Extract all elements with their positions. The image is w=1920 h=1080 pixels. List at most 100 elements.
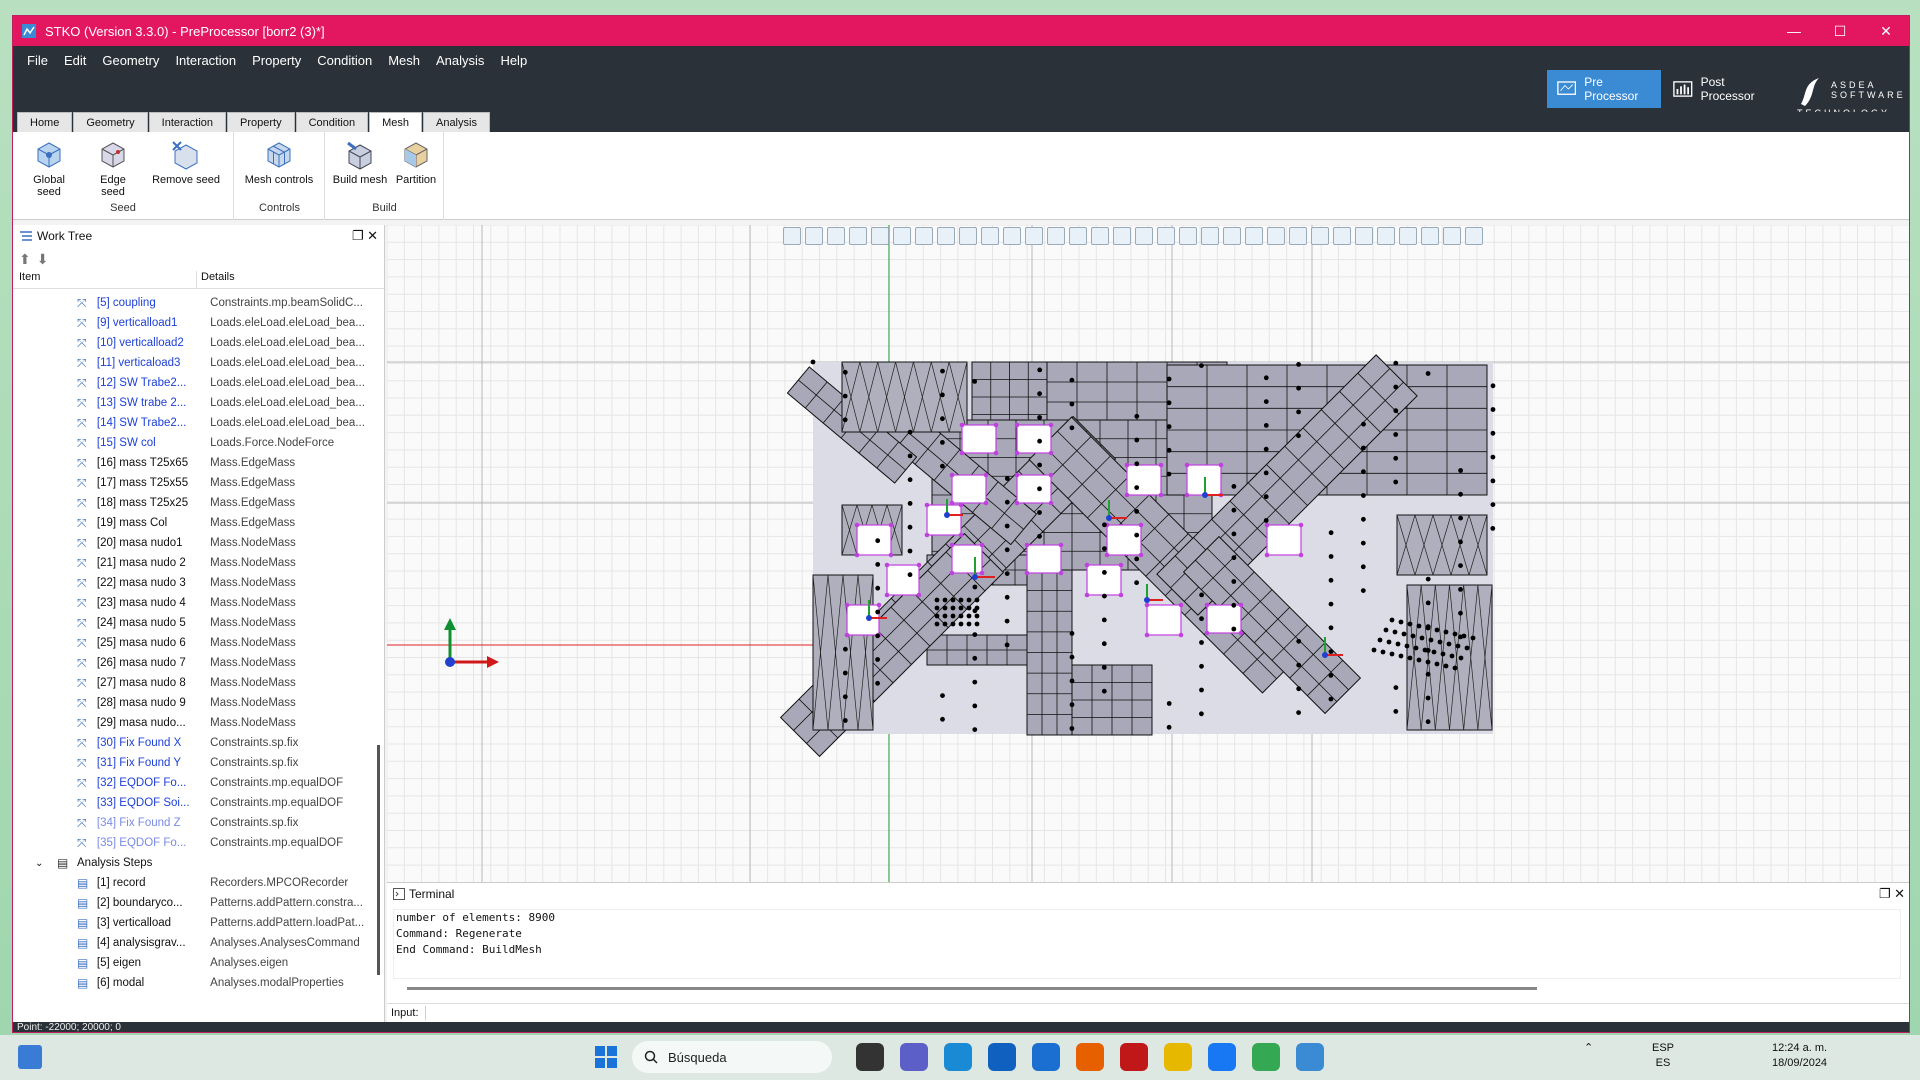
menu-edit[interactable]: Edit — [56, 53, 94, 68]
search-box[interactable]: Búsqueda — [632, 1041, 832, 1073]
edge-seed-button[interactable]: Edge seed — [87, 140, 139, 198]
file-explorer-icon-1[interactable] — [856, 1043, 884, 1071]
teams-icon[interactable] — [900, 1043, 928, 1071]
view-tool-button[interactable] — [1047, 227, 1065, 245]
tab-geometry[interactable]: Geometry — [73, 112, 148, 132]
view-tool-button[interactable] — [783, 227, 801, 245]
global-seed-button[interactable]: Global seed — [21, 140, 77, 198]
tab-home[interactable]: Home — [17, 112, 73, 132]
stko-taskbar-icon[interactable] — [1296, 1043, 1324, 1071]
view-tool-button[interactable] — [1421, 227, 1439, 245]
tree-row[interactable]: ▤ [5] eigen Analyses.eigen — [13, 953, 369, 973]
language-indicator[interactable]: ESP ES — [1652, 1041, 1674, 1071]
tree-row[interactable]: ⤧ [18] mass T25x25 Mass.EdgeMass — [13, 493, 369, 513]
tree-row[interactable]: ⤧ [22] masa nudo 3 Mass.NodeMass — [13, 573, 369, 593]
tree-row[interactable]: ⤧ [5] coupling Constraints.mp.beamSolidC..… — [13, 293, 369, 313]
tree-row[interactable]: ▤ [6] modal Analyses.modalProperties — [13, 973, 369, 993]
tree-row[interactable]: ▤ [2] boundaryco... Patterns.addPattern.co… — [13, 893, 369, 913]
tree-row[interactable]: ⤧ [28] masa nudo 9 Mass.NodeMass — [13, 693, 369, 713]
tree-row[interactable]: ⤧ [30] Fix Found X Constraints.sp.fix — [13, 733, 369, 753]
tree-row[interactable]: ⤧ [14] SW Trabe2... Loads.eleLoad.eleLoad_… — [13, 413, 369, 433]
tab-analysis[interactable]: Analysis — [422, 112, 490, 132]
tree-row[interactable]: ⤧ [24] masa nudo 5 Mass.NodeMass — [13, 613, 369, 633]
terminal-close-icon[interactable]: ❐ ✕ — [1879, 886, 1905, 902]
view-tool-button[interactable] — [1289, 227, 1307, 245]
view-tool-button[interactable] — [1311, 227, 1329, 245]
view-tool-button[interactable] — [1113, 227, 1131, 245]
view-tool-button[interactable] — [871, 227, 889, 245]
tree-row[interactable]: ⤧ [26] masa nudo 7 Mass.NodeMass — [13, 653, 369, 673]
view-tool-button[interactable] — [1069, 227, 1087, 245]
tree-row[interactable]: ⤧ [21] masa nudo 2 Mass.NodeMass — [13, 553, 369, 573]
close-icon[interactable]: ✕ — [1863, 16, 1909, 46]
tree-row[interactable]: ⤧ [17] mass T25x55 Mass.EdgeMass — [13, 473, 369, 493]
view-tool-button[interactable] — [1245, 227, 1263, 245]
tree-row[interactable]: ⤧ [10] verticalload2 Loads.eleLoad.eleLoad… — [13, 333, 369, 353]
menu-interaction[interactable]: Interaction — [167, 53, 244, 68]
tray-chevron-icon[interactable]: ⌃ — [1584, 1041, 1593, 1054]
tree-row[interactable]: ⤧ [34] Fix Found Z Constraints.sp.fix — [13, 813, 369, 833]
chrome-icon[interactable] — [1252, 1043, 1280, 1071]
view-tool-button[interactable] — [1267, 227, 1285, 245]
view-tool-button[interactable] — [1377, 227, 1395, 245]
post-processor-button[interactable]: Post Processor — [1663, 70, 1783, 108]
widgets-icon[interactable] — [18, 1045, 42, 1069]
view-tool-button[interactable] — [1025, 227, 1043, 245]
tree-group-analysis-steps[interactable]: ⌄ ▤ Analysis Steps — [13, 853, 369, 873]
view-tool-button[interactable] — [849, 227, 867, 245]
tree-row[interactable]: ⤧ [32] EQDOF Fo... Constraints.mp.equalDOF — [13, 773, 369, 793]
tree-row[interactable]: ⤧ [12] SW Trabe2... Loads.eleLoad.eleLoad_… — [13, 373, 369, 393]
facebook-icon[interactable] — [1208, 1043, 1236, 1071]
tree-row[interactable]: ⤧ [25] masa nudo 6 Mass.NodeMass — [13, 633, 369, 653]
remove-seed-button[interactable]: Remove seed — [151, 140, 221, 186]
menu-help[interactable]: Help — [492, 53, 535, 68]
view-tool-button[interactable] — [1443, 227, 1461, 245]
move-down-icon[interactable]: ⬇ — [37, 251, 49, 268]
store-icon[interactable] — [988, 1043, 1016, 1071]
view-tool-button[interactable] — [981, 227, 999, 245]
menu-analysis[interactable]: Analysis — [428, 53, 492, 68]
view-tool-button[interactable] — [827, 227, 845, 245]
minimize-icon[interactable]: — — [1771, 16, 1817, 46]
view-tool-button[interactable] — [959, 227, 977, 245]
view-tool-button[interactable] — [1333, 227, 1351, 245]
tab-condition[interactable]: Condition — [295, 112, 369, 132]
work-tree-scrollbar[interactable] — [377, 745, 380, 975]
tree-row[interactable]: ⤧ [29] masa nudo... Mass.NodeMass — [13, 713, 369, 733]
tab-mesh[interactable]: Mesh — [369, 112, 422, 132]
view-tool-button[interactable] — [1091, 227, 1109, 245]
view-tool-button[interactable] — [893, 227, 911, 245]
tree-row[interactable]: ⤧ [33] EQDOF Soi... Constraints.mp.equalDO… — [13, 793, 369, 813]
col-details[interactable]: Details — [197, 271, 235, 288]
tree-row[interactable]: ⤧ [16] mass T25x65 Mass.EdgeMass — [13, 453, 369, 473]
tree-row[interactable]: ⤧ [27] masa nudo 8 Mass.NodeMass — [13, 673, 369, 693]
maximize-icon[interactable]: ☐ — [1817, 16, 1863, 46]
tree-row[interactable]: ⤧ [19] mass Col Mass.EdgeMass — [13, 513, 369, 533]
view-tool-button[interactable] — [937, 227, 955, 245]
undock-icon[interactable]: ❐ ✕ — [352, 228, 378, 244]
clock[interactable]: 12:24 a. m. 18/09/2024 — [1772, 1041, 1827, 1071]
tree-row[interactable]: ▤ [4] analysisgrav... Analyses.AnalysesCom… — [13, 933, 369, 953]
terminal-input[interactable] — [424, 1005, 1909, 1020]
tree-row[interactable]: ⤧ [31] Fix Found Y Constraints.sp.fix — [13, 753, 369, 773]
tree-row[interactable]: ⤧ [13] SW trabe 2... Loads.eleLoad.eleLoad… — [13, 393, 369, 413]
col-item[interactable]: Item — [13, 271, 197, 288]
tree-row[interactable]: ▤ [1] record Recorders.MPCORecorder — [13, 873, 369, 893]
view-tool-button[interactable] — [1201, 227, 1219, 245]
terminal-hscrollbar[interactable] — [407, 987, 1537, 990]
view-tool-button[interactable] — [1003, 227, 1021, 245]
menu-geometry[interactable]: Geometry — [94, 53, 167, 68]
model-viewport[interactable] — [387, 225, 1909, 882]
tree-row[interactable]: ⤧ [11] verticaload3 Loads.eleLoad.eleLoad_… — [13, 353, 369, 373]
tab-property[interactable]: Property — [227, 112, 295, 132]
menu-file[interactable]: File — [19, 53, 56, 68]
view-tool-button[interactable] — [1157, 227, 1175, 245]
menu-mesh[interactable]: Mesh — [380, 53, 428, 68]
view-tool-button[interactable] — [1179, 227, 1197, 245]
menu-condition[interactable]: Condition — [309, 53, 380, 68]
collapse-chevron-icon[interactable]: ⌄ — [35, 858, 51, 869]
tree-row[interactable]: ▤ [3] verticalload Patterns.addPattern.loa… — [13, 913, 369, 933]
view-tool-button[interactable] — [1135, 227, 1153, 245]
menu-property[interactable]: Property — [244, 53, 309, 68]
tree-row[interactable]: ⤧ [35] EQDOF Fo... Constraints.mp.equalDOF — [13, 833, 369, 853]
